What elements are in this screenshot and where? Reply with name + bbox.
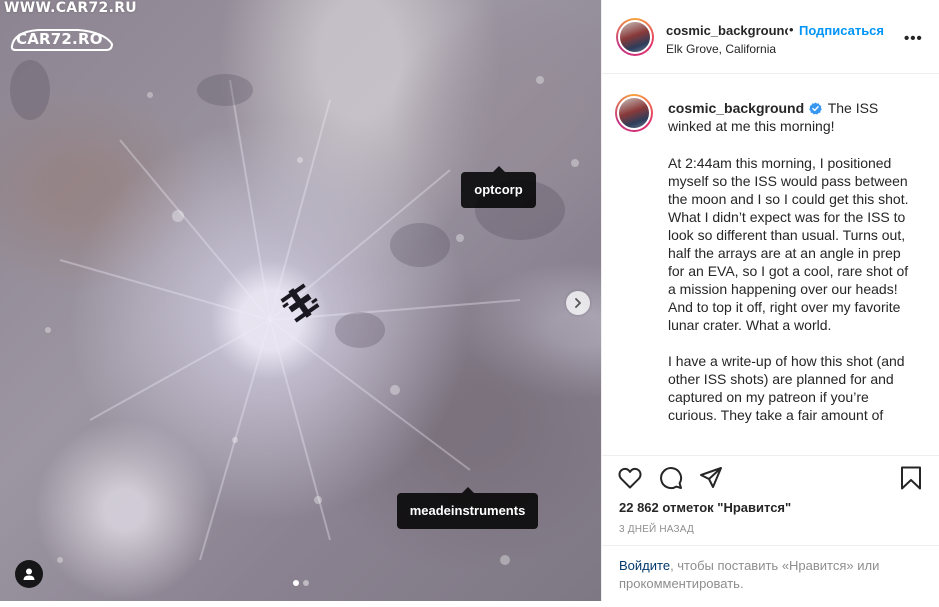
chevron-right-icon: [575, 298, 581, 308]
comment-icon: [660, 467, 683, 490]
post-timestamp[interactable]: 3 ДНЕЙ НАЗАД: [619, 524, 694, 535]
caption-headline: cosmic_background The ISS winked at me t…: [668, 99, 918, 135]
bookmark-icon: [901, 466, 921, 490]
user-tag-optcorp[interactable]: optcorp: [461, 166, 536, 208]
send-icon: [700, 467, 722, 488]
user-tag-meadeinstruments[interactable]: meadeinstruments: [397, 487, 538, 529]
share-button[interactable]: [698, 465, 724, 491]
login-link[interactable]: Войдите: [619, 558, 670, 573]
carousel-dot: [303, 580, 309, 586]
comment-button[interactable]: [658, 465, 684, 491]
caption-author-avatar[interactable]: [615, 94, 653, 132]
author-username[interactable]: cosmic_backgrounc: [666, 23, 788, 38]
caption-username[interactable]: cosmic_background: [668, 100, 804, 116]
carousel-dot-active: [293, 580, 299, 586]
save-button[interactable]: [898, 465, 924, 491]
verified-badge-icon: [809, 102, 822, 115]
follow-button[interactable]: Подписаться: [799, 23, 884, 38]
like-button[interactable]: [617, 465, 643, 491]
heart-icon: [618, 467, 642, 489]
post-caption: cosmic_background The ISS winked at me t…: [602, 75, 939, 454]
post-header: cosmic_backgrounc • Подписаться Elk Grov…: [602, 0, 939, 74]
user-icon: [23, 568, 35, 580]
more-options-icon[interactable]: •••: [904, 30, 923, 47]
post-actions: 22 862 отметок "Нравится" 3 ДНЕЙ НАЗАД: [602, 455, 939, 535]
post-location[interactable]: Elk Grove, California: [666, 42, 776, 56]
watermark-logo: CAR72.RO: [8, 24, 116, 54]
post-side-panel: cosmic_backgrounc • Подписаться Elk Grov…: [601, 0, 939, 601]
next-slide-button[interactable]: [566, 291, 590, 315]
watermark-site-text: WWW.CAR72.RU: [4, 0, 137, 16]
header-separator: •: [789, 22, 794, 37]
caption-body: At 2:44am this morning, I positioned mys…: [668, 154, 918, 442]
caption-paragraph: At 2:44am this morning, I positioned mys…: [668, 155, 909, 333]
caption-paragraph: I have a write-up of how this shot (and …: [668, 353, 905, 423]
tagged-users-button[interactable]: [15, 560, 43, 588]
login-prompt: Войдите, чтобы поставить «Нравится» или …: [602, 545, 939, 601]
likes-count[interactable]: 22 862 отметок "Нравится": [619, 500, 791, 515]
author-avatar[interactable]: [616, 18, 654, 56]
post-photo[interactable]: WWW.CAR72.RU CAR72.RO optcorp meadeinstr…: [0, 0, 601, 601]
carousel-indicator: [293, 580, 309, 586]
watermark-logo-text: CAR72.RO: [16, 30, 103, 48]
